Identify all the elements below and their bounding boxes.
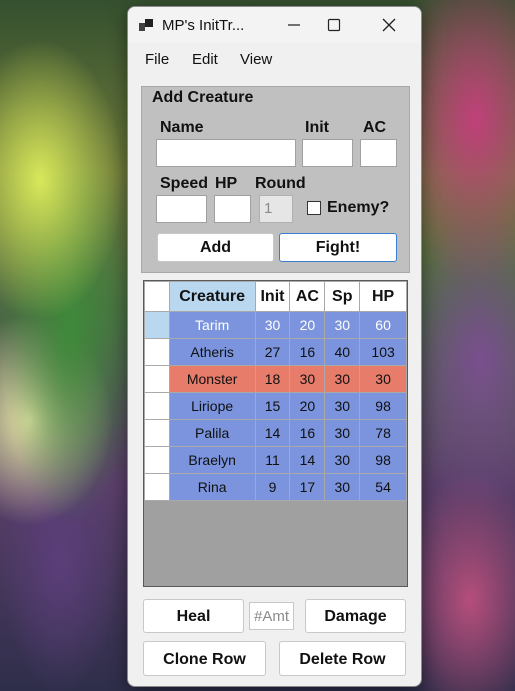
ac-cell[interactable]: 16	[289, 419, 326, 447]
name-input[interactable]	[156, 139, 296, 167]
table-row[interactable]: Atheris 27 16 40 103	[144, 338, 407, 366]
clone-row-button[interactable]: Clone Row	[143, 641, 266, 676]
fight-button[interactable]: Fight!	[279, 233, 397, 262]
table-row[interactable]: Liriope 15 20 30 98	[144, 392, 407, 420]
row-header-corner	[144, 281, 170, 312]
close-button[interactable]	[365, 7, 413, 43]
table-row[interactable]: Palila 14 16 30 78	[144, 419, 407, 447]
creature-cell[interactable]: Braelyn	[168, 446, 256, 474]
init-cell[interactable]: 9	[254, 473, 291, 501]
amount-input[interactable]: #Amt	[249, 602, 294, 630]
hp-label: HP	[215, 175, 238, 192]
row-header[interactable]	[144, 419, 170, 447]
init-cell[interactable]: 27	[254, 338, 291, 366]
sp-cell[interactable]: 30	[324, 392, 361, 420]
speed-label: Speed	[160, 175, 209, 192]
row-header[interactable]	[144, 311, 170, 339]
window-title: MP's InitTr...	[162, 17, 245, 34]
table-row[interactable]: Monster 18 30 30 30	[144, 365, 407, 393]
name-label: Name	[160, 119, 204, 136]
creature-cell[interactable]: Tarim	[168, 311, 256, 339]
hp-cell[interactable]: 78	[359, 419, 407, 447]
row-header[interactable]	[144, 446, 170, 474]
hp-cell[interactable]: 103	[359, 338, 407, 366]
menu-edit[interactable]: Edit	[192, 51, 218, 68]
damage-button[interactable]: Damage	[305, 599, 406, 633]
ac-label: AC	[363, 119, 387, 136]
hp-cell[interactable]: 98	[359, 446, 407, 474]
delete-row-button[interactable]: Delete Row	[279, 641, 406, 676]
menu-view[interactable]: View	[240, 51, 272, 68]
init-cell[interactable]: 15	[254, 392, 291, 420]
ac-cell[interactable]: 14	[289, 446, 326, 474]
ac-cell[interactable]: 20	[289, 392, 326, 420]
enemy-checkbox[interactable]	[307, 201, 321, 215]
title-bar[interactable]: MP's InitTr...	[128, 7, 421, 43]
creature-cell[interactable]: Monster	[168, 365, 256, 393]
table-row[interactable]: Rina 9 17 30 54	[144, 473, 407, 501]
menu-bar: File Edit View	[128, 46, 421, 72]
round-field: 1	[259, 195, 293, 223]
init-cell[interactable]: 11	[254, 446, 291, 474]
sp-cell[interactable]: 40	[324, 338, 361, 366]
app-window: MP's InitTr... File Edit View Add Creatu…	[127, 6, 422, 687]
add-creature-group: Add Creature Name Init AC Speed HP Round…	[141, 86, 410, 273]
creature-cell[interactable]: Liriope	[168, 392, 256, 420]
add-button[interactable]: Add	[157, 233, 274, 262]
ac-input[interactable]	[360, 139, 397, 167]
row-header[interactable]	[144, 365, 170, 393]
maximize-icon	[327, 18, 341, 32]
init-label: Init	[305, 119, 329, 136]
sp-cell[interactable]: 30	[324, 365, 361, 393]
column-header-sp[interactable]: Sp	[324, 281, 361, 312]
creature-cell[interactable]: Atheris	[168, 338, 256, 366]
init-cell[interactable]: 14	[254, 419, 291, 447]
creature-cell[interactable]: Palila	[168, 419, 256, 447]
menu-file[interactable]: File	[145, 51, 169, 68]
hp-cell[interactable]: 98	[359, 392, 407, 420]
sp-cell[interactable]: 30	[324, 311, 361, 339]
close-icon	[382, 18, 396, 32]
sp-cell[interactable]: 30	[324, 473, 361, 501]
column-header-creature[interactable]: Creature	[168, 281, 256, 312]
sp-cell[interactable]: 30	[324, 419, 361, 447]
init-cell[interactable]: 18	[254, 365, 291, 393]
hp-cell[interactable]: 30	[359, 365, 407, 393]
init-input[interactable]	[302, 139, 353, 167]
round-label: Round	[255, 175, 306, 192]
column-header-init[interactable]: Init	[254, 281, 291, 312]
minimize-icon	[288, 24, 300, 26]
ac-cell[interactable]: 30	[289, 365, 326, 393]
table-row[interactable]: Tarim 30 20 30 60	[144, 311, 407, 339]
row-header[interactable]	[144, 392, 170, 420]
column-header-hp[interactable]: HP	[359, 281, 407, 312]
row-header[interactable]	[144, 338, 170, 366]
table-row[interactable]: Braelyn 11 14 30 98	[144, 446, 407, 474]
ac-cell[interactable]: 20	[289, 311, 326, 339]
app-icon	[139, 19, 153, 31]
column-header-ac[interactable]: AC	[289, 281, 326, 312]
ac-cell[interactable]: 16	[289, 338, 326, 366]
hp-input[interactable]	[214, 195, 251, 223]
add-creature-title: Add Creature	[152, 89, 254, 106]
creature-grid[interactable]: Creature Init AC Sp HP Tarim 30 20 30 60	[143, 280, 408, 587]
creature-cell[interactable]: Rina	[168, 473, 256, 501]
hp-cell[interactable]: 60	[359, 311, 407, 339]
row-header[interactable]	[144, 473, 170, 501]
sp-cell[interactable]: 30	[324, 446, 361, 474]
creature-table: Creature Init AC Sp HP Tarim 30 20 30 60	[144, 281, 407, 501]
ac-cell[interactable]: 17	[289, 473, 326, 501]
hp-cell[interactable]: 54	[359, 473, 407, 501]
enemy-checkbox-label[interactable]: Enemy?	[327, 199, 389, 217]
speed-input[interactable]	[156, 195, 207, 223]
init-cell[interactable]: 30	[254, 311, 291, 339]
maximize-button[interactable]	[310, 7, 358, 43]
heal-button[interactable]: Heal	[143, 599, 244, 633]
